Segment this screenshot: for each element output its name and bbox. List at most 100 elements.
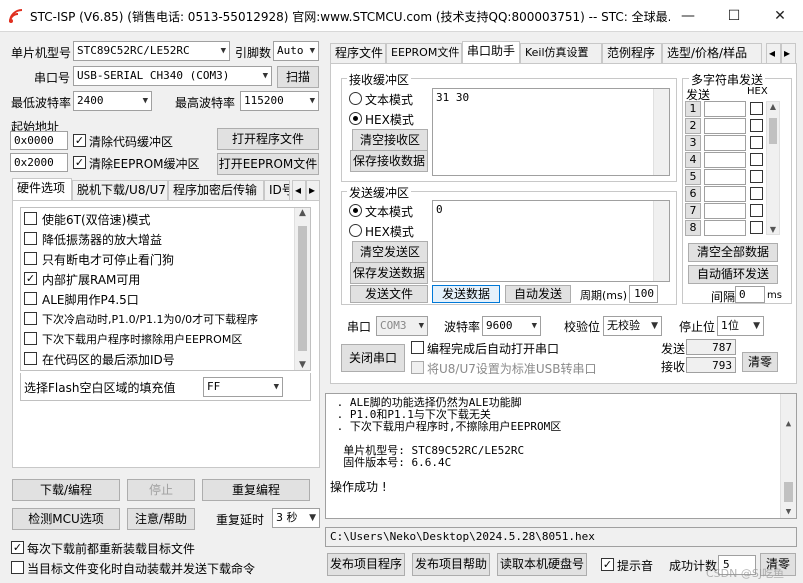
multi-send-row-input[interactable] bbox=[704, 118, 746, 134]
reload-file-checkbox[interactable]: ✓ bbox=[11, 541, 24, 554]
tab-hardware-options[interactable]: 硬件选项 bbox=[12, 178, 72, 200]
clear-counts-button[interactable]: 清零 bbox=[742, 352, 778, 372]
multi-send-row-input[interactable] bbox=[704, 152, 746, 168]
tab-serial-assistant[interactable]: 串口助手 bbox=[462, 41, 520, 63]
publish-help-button[interactable]: 发布项目帮助 bbox=[412, 553, 490, 576]
save-receive-button[interactable]: 保存接收数据 bbox=[350, 150, 428, 172]
send-hex-mode-radio[interactable] bbox=[349, 224, 362, 237]
tab-scroll-left[interactable]: ◂ bbox=[292, 180, 306, 200]
maximize-button[interactable]: ☐ bbox=[711, 0, 757, 32]
send-data-button[interactable]: 发送数据 bbox=[432, 285, 500, 303]
tab-scroll-left[interactable]: ◂ bbox=[766, 43, 781, 63]
tab-id-number[interactable]: ID号 bbox=[264, 180, 290, 200]
read-disk-number-button[interactable]: 读取本机硬盘号 bbox=[497, 553, 587, 576]
check-mcu-options-button[interactable]: 检测MCU选项 bbox=[12, 508, 120, 530]
interval-input[interactable]: 0 bbox=[735, 286, 765, 303]
option-ale-checkbox[interactable] bbox=[24, 292, 37, 305]
multi-send-row-button[interactable]: 2 bbox=[685, 118, 701, 134]
multi-send-row-hex-checkbox[interactable] bbox=[750, 221, 763, 234]
multi-send-row-input[interactable] bbox=[704, 203, 746, 219]
period-input[interactable]: 100 bbox=[629, 285, 658, 303]
tab-examples[interactable]: 范例程序 bbox=[602, 43, 662, 63]
send-buffer-textarea[interactable]: 0 bbox=[432, 200, 670, 282]
open-program-button[interactable]: 打开程序文件 bbox=[217, 128, 319, 150]
sound-checkbox[interactable]: ✓ bbox=[601, 558, 614, 571]
send-text-mode-radio[interactable] bbox=[349, 204, 362, 217]
download-program-button[interactable]: 下载/编程 bbox=[12, 479, 120, 501]
option-gain-checkbox[interactable] bbox=[24, 232, 37, 245]
multi-send-row-input[interactable] bbox=[704, 220, 746, 236]
repeat-delay-select[interactable]: 3 秒 ▼ bbox=[272, 508, 320, 528]
multi-send-row-button[interactable]: 8 bbox=[685, 220, 701, 236]
parity-select[interactable]: 无校验 ▼ bbox=[603, 316, 662, 336]
multi-send-row-hex-checkbox[interactable] bbox=[750, 204, 763, 217]
minimize-button[interactable]: — bbox=[665, 0, 711, 32]
multi-send-row-input[interactable] bbox=[704, 101, 746, 117]
open-eeprom-button[interactable]: 打开EEPROM文件 bbox=[217, 153, 319, 175]
multi-send-row-hex-checkbox[interactable] bbox=[750, 102, 763, 115]
max-baud-select[interactable]: 115200 ▼ bbox=[240, 91, 319, 111]
tab-keil-emulation[interactable]: Keil仿真设置 bbox=[520, 43, 602, 63]
option-watchdog-checkbox[interactable] bbox=[24, 252, 37, 265]
option-erase-eeprom-checkbox[interactable] bbox=[24, 332, 37, 345]
clear-all-data-button[interactable]: 清空全部数据 bbox=[688, 243, 778, 262]
receive-scrollbar[interactable] bbox=[653, 89, 669, 175]
multi-send-row-hex-checkbox[interactable] bbox=[750, 170, 763, 183]
receive-hex-mode-radio[interactable] bbox=[349, 112, 362, 125]
clear-code-checkbox[interactable]: ✓ bbox=[73, 134, 86, 147]
reprogram-button[interactable]: 重复编程 bbox=[202, 479, 310, 501]
u8-usb-serial-checkbox[interactable] bbox=[411, 361, 424, 374]
auto-loop-send-button[interactable]: 自动循环发送 bbox=[688, 265, 778, 284]
multi-send-row-hex-checkbox[interactable] bbox=[750, 153, 763, 166]
multi-send-row-hex-checkbox[interactable] bbox=[750, 187, 763, 200]
port-select[interactable]: USB-SERIAL CH340 (COM3) ▼ bbox=[73, 66, 272, 86]
pin-count-select[interactable]: Auto ▼ bbox=[273, 41, 319, 61]
receive-text-mode-radio[interactable] bbox=[349, 92, 362, 105]
auto-send-button[interactable]: 自动发送 bbox=[505, 285, 571, 303]
multi-send-row-button[interactable]: 7 bbox=[685, 203, 701, 219]
close-serial-button[interactable]: 关闭串口 bbox=[341, 344, 405, 372]
multi-send-row-button[interactable]: 5 bbox=[685, 169, 701, 185]
stop-button[interactable]: 停止 bbox=[127, 479, 195, 501]
scan-button[interactable]: 扫描 bbox=[277, 66, 319, 88]
multi-send-scrollbar[interactable]: ▲ ▼ bbox=[766, 101, 780, 235]
multi-send-row-button[interactable]: 4 bbox=[685, 152, 701, 168]
multi-send-row-button[interactable]: 6 bbox=[685, 186, 701, 202]
publish-program-button[interactable]: 发布项目程序 bbox=[327, 553, 405, 576]
stop-bits-select[interactable]: 1位 ▼ bbox=[717, 316, 764, 336]
open-after-program-checkbox[interactable] bbox=[411, 341, 424, 354]
multi-send-row-button[interactable]: 1 bbox=[685, 101, 701, 117]
send-scrollbar[interactable] bbox=[653, 201, 669, 281]
notes-help-button[interactable]: 注意/帮助 bbox=[127, 508, 195, 530]
option-coldstart-checkbox[interactable] bbox=[24, 312, 37, 325]
close-button[interactable]: ✕ bbox=[757, 0, 803, 32]
serial-port-select[interactable]: COM3 ▼ bbox=[376, 316, 428, 336]
clear-send-button[interactable]: 清空发送区 bbox=[352, 241, 428, 263]
tab-encrypted-transfer[interactable]: 程序加密后传输 bbox=[168, 180, 264, 200]
min-baud-select[interactable]: 2400 ▼ bbox=[73, 91, 152, 111]
multi-send-row-hex-checkbox[interactable] bbox=[750, 136, 763, 149]
send-file-button[interactable]: 发送文件 bbox=[350, 285, 428, 303]
receive-buffer-textarea[interactable]: 31 30 bbox=[432, 88, 670, 176]
tab-eeprom-file[interactable]: EEPROM文件 bbox=[386, 43, 462, 63]
option-id-checkbox[interactable] bbox=[24, 352, 37, 365]
multi-send-row-input[interactable] bbox=[704, 135, 746, 151]
auto-load-checkbox[interactable] bbox=[11, 561, 24, 574]
mcu-type-select[interactable]: STC89C52RC/LE52RC ▼ bbox=[73, 41, 230, 61]
log-scrollbar[interactable]: ▲ ▼ bbox=[780, 394, 796, 518]
option-6t-checkbox[interactable] bbox=[24, 212, 37, 225]
tab-selection-price[interactable]: 选型/价格/样品 bbox=[662, 43, 762, 63]
tab-program-file[interactable]: 程序文件 bbox=[330, 43, 386, 63]
eeprom-address-input[interactable]: 0x2000 bbox=[10, 153, 68, 172]
multi-send-row-input[interactable] bbox=[704, 186, 746, 202]
baud-rate-select[interactable]: 9600 ▼ bbox=[482, 316, 541, 336]
tab-scroll-right[interactable]: ▸ bbox=[781, 43, 796, 63]
save-send-button[interactable]: 保存发送数据 bbox=[350, 262, 428, 284]
clear-eeprom-checkbox[interactable]: ✓ bbox=[73, 156, 86, 169]
tab-offline-download[interactable]: 脱机下载/U8/U7 bbox=[72, 180, 168, 200]
clear-receive-button[interactable]: 清空接收区 bbox=[352, 129, 428, 151]
fill-value-select[interactable]: FF ▼ bbox=[203, 377, 283, 397]
multi-send-row-hex-checkbox[interactable] bbox=[750, 119, 763, 132]
tab-scroll-right[interactable]: ▸ bbox=[306, 180, 320, 200]
option-ram-checkbox[interactable]: ✓ bbox=[24, 272, 37, 285]
